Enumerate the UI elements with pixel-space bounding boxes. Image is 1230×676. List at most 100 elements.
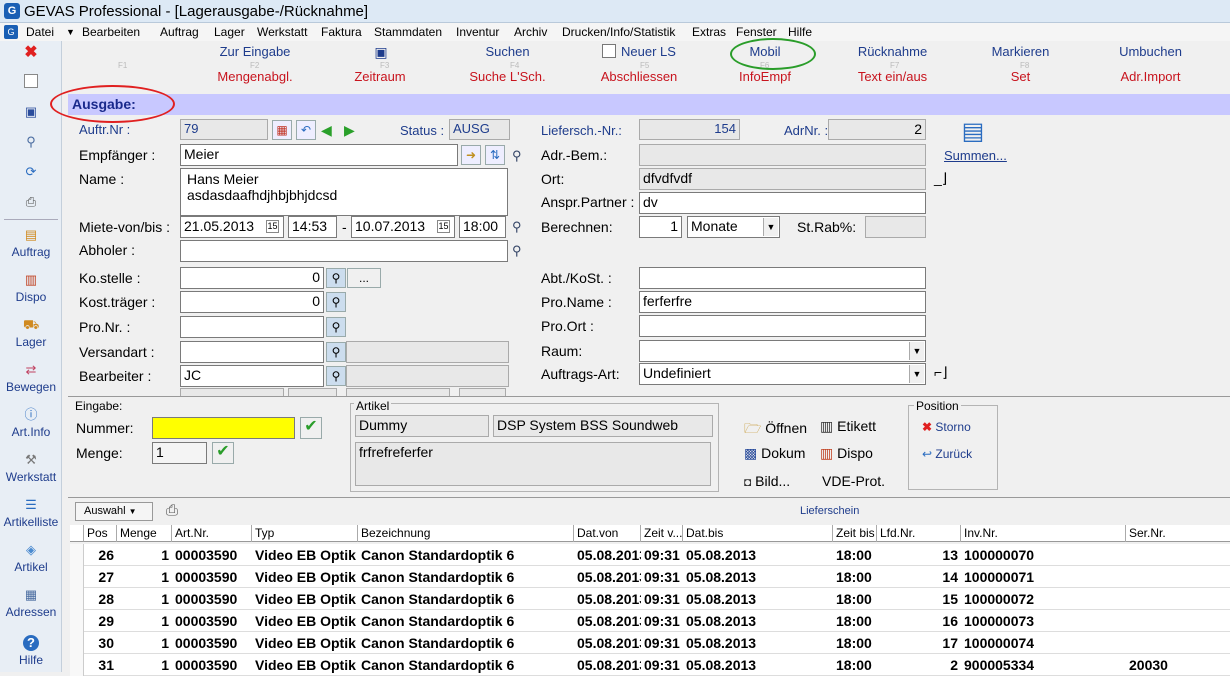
table-row[interactable]: 29 1 00003590 Video EB Optik Canon Standardo… (70, 610, 1230, 632)
sidebar-item-adressen[interactable]: ▦ Adressen (0, 587, 62, 619)
sidebar-item-dispo[interactable]: ▥ Dispo (0, 272, 62, 304)
col-header-datbis[interactable]: Dat.bis (683, 525, 833, 542)
raum-select[interactable]: ▼ (639, 340, 926, 362)
menu-fenster[interactable]: Fenster (736, 25, 777, 39)
table-row[interactable]: 31 1 00003590 Video EB Optik Canon Standardo… (70, 654, 1230, 676)
bearbeiter-field[interactable]: JC (180, 365, 324, 387)
toolbar-text-ein-aus[interactable]: Text ein/aus (840, 69, 945, 84)
sidebar-search-button[interactable]: ⚲ (0, 134, 62, 152)
oeffnen-button[interactable]: 🗁 Öffnen (744, 418, 807, 442)
sidebar-item-lager[interactable]: ⛟ Lager (0, 317, 62, 349)
menge-confirm-check-icon[interactable]: ✔ (212, 442, 234, 464)
nummer-confirm-check-icon[interactable]: ✔ (300, 417, 322, 439)
col-header-invnr[interactable]: Inv.Nr. (961, 525, 1126, 542)
neuer-ls-checkbox[interactable] (602, 44, 616, 58)
kostelle-field[interactable]: 0 (180, 267, 324, 289)
kostelle-more-button[interactable]: ... (347, 268, 381, 288)
col-header-lfdnr[interactable]: Lfd.Nr. (877, 525, 961, 542)
toolbar-suchen[interactable]: Suchen (455, 44, 560, 59)
row-selector[interactable] (70, 610, 84, 632)
col-header-zeitbis[interactable]: Zeit bis (833, 525, 877, 542)
menu-inventur[interactable]: Inventur (456, 25, 499, 39)
search-icon[interactable]: ⚲ (512, 243, 528, 259)
undo-icon[interactable]: ↶ (296, 120, 316, 140)
open-folder-icon[interactable]: ➜ (461, 145, 481, 165)
menu-lager[interactable]: Lager (214, 25, 245, 39)
sidebar-item-bewegen[interactable]: ⇄ Bewegen (0, 362, 62, 394)
expand-arrow-icon[interactable]: _⌋ (934, 170, 947, 187)
summen-link[interactable]: Summen... (944, 148, 1007, 163)
sidebar-item-artinfo[interactable]: ⓘ Art.Info (0, 407, 62, 439)
menu-faktura[interactable]: Faktura (321, 25, 362, 39)
col-header-bezeichnung[interactable]: Bezeichnung (358, 525, 574, 542)
dokum-button[interactable]: ▩ Dokum (744, 445, 805, 462)
sidebar-close-button[interactable]: ✖ (0, 45, 62, 63)
next-arrow-icon[interactable]: ▶ (344, 122, 355, 139)
vde-prot-button[interactable]: VDE-Prot. (822, 473, 885, 489)
menu-hilfe[interactable]: Hilfe (788, 25, 812, 39)
toolbar-save-icon[interactable]: ▣ (373, 44, 389, 60)
col-header-menge[interactable]: Menge (117, 525, 172, 542)
zurueck-button[interactable]: ↩ Zurück (922, 447, 972, 461)
auftr-nr-field[interactable]: 79 (180, 119, 268, 140)
table-row[interactable]: 27 1 00003590 Video EB Optik Canon Standardo… (70, 566, 1230, 588)
toolbar-zur-eingabe[interactable]: Zur Eingabe (200, 44, 310, 59)
sidebar-item-hilfe[interactable]: ? Hilfe (0, 635, 62, 667)
toolbar-markieren[interactable]: Markieren (968, 44, 1073, 59)
menu-datei[interactable]: Datei (26, 25, 54, 39)
storno-button[interactable]: ✖ Storno (922, 420, 971, 434)
toolbar-zeitraum[interactable]: Zeitraum (330, 69, 430, 84)
table-row[interactable]: 26 1 00003590 Video EB Optik Canon Standardo… (70, 544, 1230, 566)
toolbar-neuer-ls[interactable]: Neuer LS (616, 44, 681, 59)
abholer-field[interactable] (180, 240, 508, 262)
menu-stammdaten[interactable]: Stammdaten (374, 25, 442, 39)
search-icon[interactable]: ⚲ (512, 148, 528, 164)
search-icon[interactable]: ⚲ (326, 268, 346, 288)
menu-archiv[interactable]: Archiv (514, 25, 547, 39)
toolbar-abschliessen[interactable]: Abschliessen (585, 69, 693, 84)
row-selector[interactable] (70, 654, 84, 676)
kosttraeger-field[interactable]: 0 (180, 291, 324, 313)
sidebar-item-artikel[interactable]: ◈ Artikel (0, 542, 62, 574)
col-header-sernr[interactable]: Ser.Nr. (1126, 525, 1230, 542)
name-field[interactable]: Hans Meier asdasdaafhdjhbjbhjdcsd (180, 168, 508, 216)
search-icon[interactable]: ⚲ (512, 219, 528, 235)
col-header-typ[interactable]: Typ (252, 525, 358, 542)
menu-werkstatt[interactable]: Werkstatt (257, 25, 307, 39)
sidebar-item-werkstatt[interactable]: ⚒ Werkstatt (0, 452, 62, 484)
empfaenger-field[interactable]: Meier (180, 144, 458, 166)
toolbar-ruecknahme[interactable]: Rücknahme (840, 44, 945, 59)
menu-extras[interactable]: Extras (692, 25, 726, 39)
menu-bearbeiten[interactable]: Bearbeiten (82, 25, 140, 39)
sidebar-item-artikelliste[interactable]: ☰ Artikelliste (0, 497, 62, 529)
anspr-field[interactable]: dv (639, 192, 926, 214)
print-icon[interactable]: ⎙ (166, 502, 178, 519)
menu-dropdown-icon[interactable]: ▼ (66, 27, 75, 37)
row-selector[interactable] (70, 588, 84, 610)
versandart-field[interactable] (180, 341, 324, 363)
bild-button[interactable]: ◘ Bild... (744, 473, 790, 489)
toolbar-adr-import[interactable]: Adr.Import (1098, 69, 1203, 84)
search-icon[interactable]: ⚲ (326, 317, 346, 337)
abt-field[interactable] (639, 267, 926, 289)
nummer-input[interactable] (152, 417, 295, 439)
toolbar-umbuchen[interactable]: Umbuchen (1098, 44, 1203, 59)
proort-field[interactable] (639, 315, 926, 337)
search-icon[interactable]: ⚲ (326, 366, 346, 386)
auswahl-dropdown[interactable]: Auswahl ▼ (75, 502, 153, 521)
col-header-zeitvon[interactable]: Zeit v... (641, 525, 683, 542)
sidebar-new-button[interactable] (0, 74, 62, 90)
cash-register-icon[interactable]: ▤ (956, 118, 990, 146)
auftragsart-select[interactable]: Undefiniert ▼ (639, 363, 926, 385)
toolbar-infoempf[interactable]: InfoEmpf (725, 69, 805, 84)
search-icon[interactable]: ⚲ (326, 342, 346, 362)
pronr-field[interactable] (180, 316, 324, 338)
row-selector[interactable] (70, 566, 84, 588)
sidebar-item-auftrag[interactable]: ▤ Auftrag (0, 227, 62, 259)
berechnen-unit-select[interactable]: Monate ▼ (687, 216, 780, 238)
row-selector[interactable] (70, 632, 84, 654)
col-header-datvon[interactable]: Dat.von (574, 525, 641, 542)
etikett-button[interactable]: ▥ Etikett (820, 418, 876, 435)
berechnen-field[interactable]: 1 (639, 216, 682, 238)
order-grid-icon[interactable]: ▦ (272, 120, 292, 140)
